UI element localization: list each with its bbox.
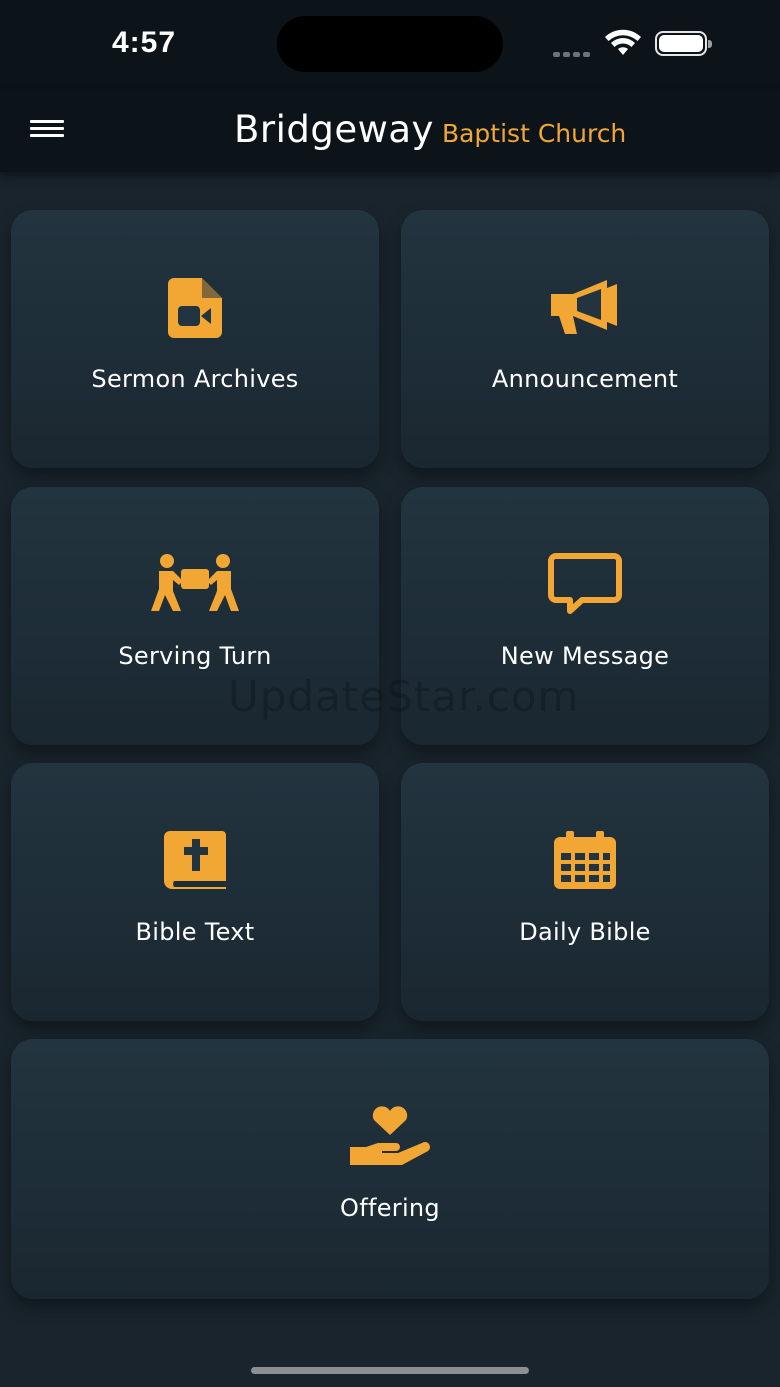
sermon-archives-tile[interactable]: Sermon Archives	[11, 210, 379, 468]
hamburger-icon	[30, 120, 64, 123]
dynamic-island	[277, 16, 503, 72]
tile-label: Sermon Archives	[91, 365, 299, 393]
people-carry-icon	[151, 554, 239, 611]
message-bubble-icon	[548, 553, 622, 614]
tile-label: Announcement	[491, 365, 679, 393]
menu-button[interactable]	[30, 116, 70, 146]
calendar-icon	[554, 831, 616, 889]
app-title: Bridgeway Baptist Church	[234, 108, 626, 151]
bible-icon	[164, 831, 226, 889]
daily-bible-tile[interactable]: Daily Bible	[401, 763, 769, 1021]
offering-tile[interactable]: Offering	[11, 1039, 769, 1299]
tile-label: Daily Bible	[519, 918, 651, 946]
battery-icon	[655, 31, 712, 56]
tile-label: Bible Text	[135, 918, 255, 946]
hand-heart-icon	[350, 1106, 430, 1165]
tile-label: Serving Turn	[118, 642, 272, 670]
app-header: Bridgeway Baptist Church	[0, 90, 780, 172]
title-sub: Baptist Church	[441, 119, 627, 148]
tile-label: Offering	[340, 1194, 440, 1222]
title-main: Bridgeway	[234, 108, 434, 151]
announcement-tile[interactable]: Announcement	[401, 210, 769, 468]
bible-text-tile[interactable]: Bible Text	[11, 763, 379, 1021]
hamburger-line	[30, 127, 64, 130]
status-time: 4:57	[112, 26, 177, 59]
megaphone-icon	[551, 280, 617, 334]
hamburger-line	[30, 134, 64, 137]
video-file-icon	[168, 278, 222, 338]
home-indicator[interactable]	[251, 1367, 529, 1374]
status-bar: 4:57	[0, 0, 780, 90]
watermark-text: UpdateStar.com	[228, 672, 580, 721]
wifi-icon	[605, 29, 641, 55]
tile-label: New Message	[500, 642, 670, 670]
cellular-signal-icon	[553, 42, 593, 61]
